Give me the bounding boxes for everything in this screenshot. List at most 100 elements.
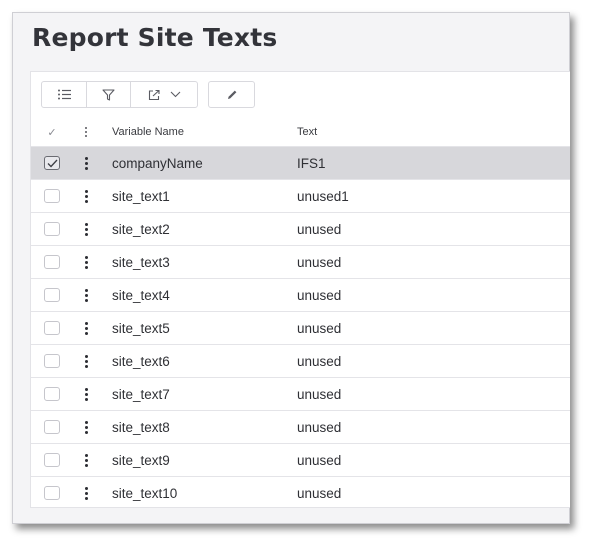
row-checkbox-cell	[41, 411, 63, 443]
kebab-menu-icon	[84, 189, 88, 203]
row-checkbox[interactable]	[44, 288, 60, 302]
export-icon	[148, 89, 161, 101]
row-checkbox[interactable]	[44, 156, 60, 170]
column-header-variable-name[interactable]: Variable Name	[112, 119, 184, 145]
table-row[interactable]: site_text10 unused	[31, 476, 570, 509]
table-row[interactable]: site_text3 unused	[31, 245, 570, 278]
variable-name-cell: site_text3	[112, 254, 170, 270]
row-checkbox[interactable]	[44, 387, 60, 401]
row-checkbox-cell	[41, 444, 63, 476]
text-cell: IFS1	[297, 155, 326, 171]
chevron-down-icon	[170, 91, 181, 98]
row-checkbox[interactable]	[44, 222, 60, 236]
column-header-text[interactable]: Text	[297, 119, 317, 145]
row-checkbox-cell	[41, 477, 63, 509]
select-all-header[interactable]: ✓	[41, 119, 63, 145]
row-checkbox-cell	[41, 246, 63, 278]
export-dropdown-button[interactable]	[131, 82, 197, 107]
table-row[interactable]: site_text7 unused	[31, 377, 570, 410]
table-row[interactable]: site_text5 unused	[31, 311, 570, 344]
kebab-menu-icon	[84, 222, 88, 236]
page-title: Report Site Texts	[32, 23, 278, 52]
table-row[interactable]: site_text4 unused	[31, 278, 570, 311]
table-row[interactable]: site_text1 unused1	[31, 179, 570, 212]
row-menu-button[interactable]	[79, 246, 93, 278]
header-row-menu[interactable]	[79, 119, 93, 145]
text-cell: unused	[297, 452, 342, 468]
table-row[interactable]: companyName IFS1	[31, 146, 570, 179]
row-checkbox[interactable]	[44, 420, 60, 434]
variable-name-cell: site_text5	[112, 320, 170, 336]
row-checkbox-cell	[41, 345, 63, 377]
table-row[interactable]: site_text6 unused	[31, 344, 570, 377]
toolbar-group-main	[41, 81, 198, 108]
text-cell: unused	[297, 419, 342, 435]
filter-button[interactable]	[87, 82, 131, 107]
variable-name-cell: site_text8	[112, 419, 170, 435]
table-header: ✓ Variable Name Text	[31, 119, 570, 145]
row-menu-button[interactable]	[79, 411, 93, 443]
row-checkbox-cell	[41, 312, 63, 344]
table-row[interactable]: site_text9 unused	[31, 443, 570, 476]
variable-name-cell: site_text2	[112, 221, 170, 237]
text-cell: unused	[297, 320, 342, 336]
text-cell: unused1	[297, 188, 349, 204]
row-menu-button[interactable]	[79, 345, 93, 377]
variable-name-cell: companyName	[112, 155, 203, 171]
row-checkbox-cell	[41, 147, 63, 179]
variable-name-cell: site_text7	[112, 386, 170, 402]
row-menu-button[interactable]	[79, 180, 93, 212]
table-toolbar	[41, 81, 255, 108]
row-checkbox[interactable]	[44, 189, 60, 203]
row-checkbox-cell	[41, 213, 63, 245]
table-body: companyName IFS1 site_text1 unused1 site_tex…	[31, 146, 570, 509]
row-checkbox[interactable]	[44, 453, 60, 467]
text-cell: unused	[297, 287, 342, 303]
check-icon: ✓	[47, 126, 57, 139]
text-cell: unused	[297, 386, 342, 402]
row-menu-button[interactable]	[79, 477, 93, 509]
kebab-menu-icon	[84, 486, 88, 500]
row-menu-button[interactable]	[79, 444, 93, 476]
variable-name-cell: site_text1	[112, 188, 170, 204]
variable-name-cell: site_text9	[112, 452, 170, 468]
kebab-menu-icon	[84, 420, 88, 434]
row-menu-button[interactable]	[79, 279, 93, 311]
row-menu-button[interactable]	[79, 378, 93, 410]
kebab-menu-icon	[84, 354, 88, 368]
kebab-menu-icon	[84, 453, 88, 467]
row-checkbox[interactable]	[44, 255, 60, 269]
table-row[interactable]: site_text2 unused	[31, 212, 570, 245]
row-checkbox[interactable]	[44, 321, 60, 335]
toolbar-group-edit	[208, 81, 255, 108]
row-checkbox-cell	[41, 180, 63, 212]
variable-name-cell: site_text10	[112, 485, 178, 501]
list-settings-icon	[57, 89, 72, 100]
kebab-menu-icon	[84, 387, 88, 401]
edit-pencil-icon	[226, 89, 238, 101]
table-row[interactable]: site_text8 unused	[31, 410, 570, 443]
kebab-menu-icon	[85, 127, 87, 137]
edit-button[interactable]	[209, 82, 254, 107]
text-cell: unused	[297, 254, 342, 270]
text-cell: unused	[297, 353, 342, 369]
row-menu-button[interactable]	[79, 312, 93, 344]
column-settings-button[interactable]	[42, 82, 87, 107]
variable-name-cell: site_text6	[112, 353, 170, 369]
checkmark-icon	[47, 159, 57, 167]
table-panel: ✓ Variable Name Text companyName IFS1 site…	[30, 71, 570, 508]
filter-icon	[102, 88, 115, 101]
text-cell: unused	[297, 485, 342, 501]
row-checkbox-cell	[41, 378, 63, 410]
row-checkbox-cell	[41, 279, 63, 311]
variable-name-cell: site_text4	[112, 287, 170, 303]
report-site-texts-window: Report Site Texts ✓ Variable Name Text c…	[12, 12, 570, 524]
kebab-menu-icon	[84, 321, 88, 335]
kebab-menu-icon	[84, 255, 88, 269]
text-cell: unused	[297, 221, 342, 237]
row-checkbox[interactable]	[44, 486, 60, 500]
row-menu-button[interactable]	[79, 147, 93, 179]
kebab-menu-icon	[84, 288, 88, 302]
row-menu-button[interactable]	[79, 213, 93, 245]
row-checkbox[interactable]	[44, 354, 60, 368]
